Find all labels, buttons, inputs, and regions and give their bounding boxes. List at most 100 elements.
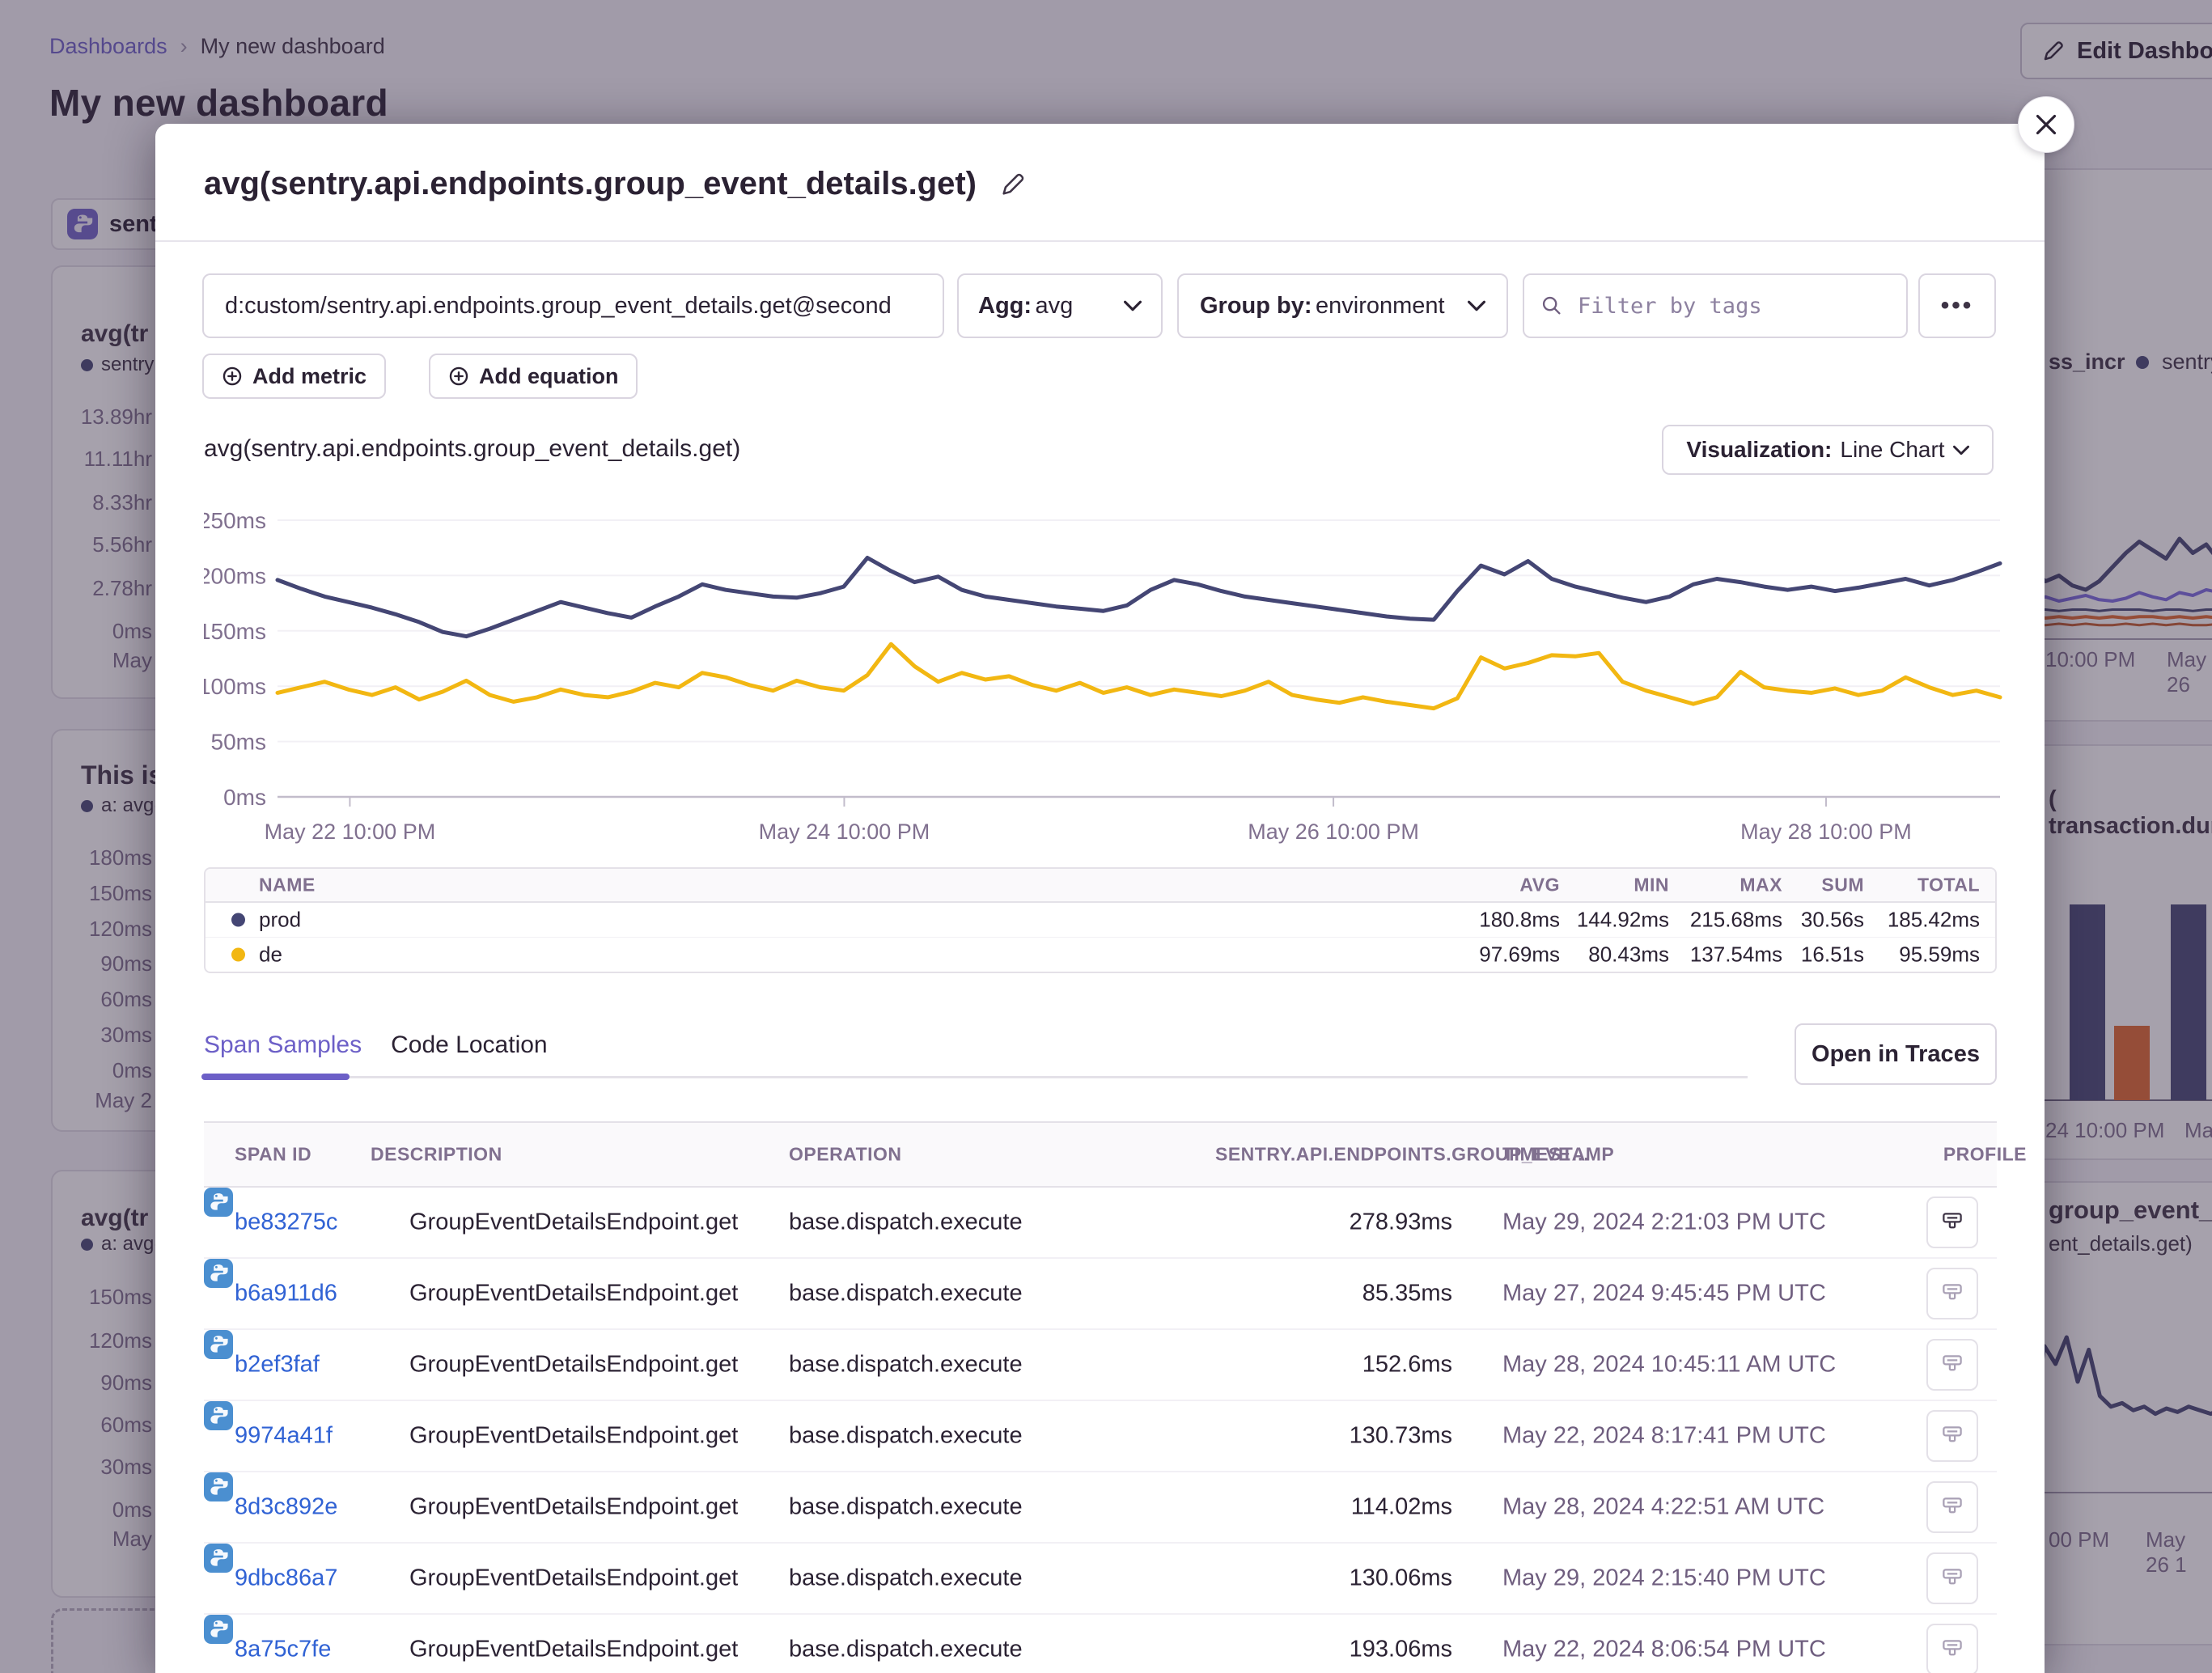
span-duration: 130.73ms [1215, 1423, 1452, 1450]
profile-icon [1940, 1281, 1964, 1306]
svg-text:250ms: 250ms [204, 508, 266, 533]
series-summary-table: NAME AVG MIN MAX SUM TOTAL prod 180.8ms … [204, 867, 1997, 973]
tab-span-samples[interactable]: Span Samples [204, 1031, 362, 1070]
profile-button[interactable] [1926, 1552, 1978, 1604]
series-total: 95.59ms [1858, 942, 1980, 968]
tag-filter-input[interactable] [1576, 293, 1890, 320]
summary-row-prod[interactable]: prod 180.8ms 144.92ms 215.68ms 30.56s 18… [206, 903, 1995, 937]
series-sum: 16.51s [1783, 942, 1864, 968]
svg-text:May 26 10:00 PM: May 26 10:00 PM [1248, 820, 1419, 844]
span-duration: 278.93ms [1215, 1209, 1452, 1236]
profile-icon [1940, 1210, 1964, 1235]
table-row[interactable]: 8a75c7feGroupEventDetailsEndpoint.getbas… [204, 1615, 1997, 1673]
span-operation: base.dispatch.execute [789, 1281, 1023, 1307]
ellipsis-icon: ••• [1941, 292, 1974, 320]
screen: Dashboards › My new dashboard My new das… [0, 0, 2212, 1673]
table-row[interactable]: be83275c GroupEventDetailsEndpoint.get bas… [204, 1188, 1997, 1259]
profile-icon [1940, 1495, 1964, 1519]
add-metric-button[interactable]: Add metric [202, 354, 386, 399]
group-by-dropdown[interactable]: Group by: environment [1177, 273, 1508, 338]
metric-line-chart[interactable]: 250ms200ms150ms100ms50ms0msMay 22 10:00 … [204, 488, 2032, 860]
summary-row-de[interactable]: de 97.69ms 80.43ms 137.54ms 16.51s 95.59… [206, 937, 1995, 972]
profile-button[interactable] [1926, 1339, 1978, 1391]
add-metric-label: Add metric [252, 364, 367, 389]
col-header-total: TOTAL [1858, 875, 1980, 896]
profile-icon [1940, 1424, 1964, 1448]
profile-icon [1940, 1353, 1964, 1377]
profile-button[interactable] [1926, 1268, 1978, 1319]
visualization-value: Line Chart [1840, 437, 1944, 463]
python-icon [204, 1401, 233, 1430]
agg-label: Agg: [978, 293, 1032, 319]
span-id-link[interactable]: 9dbc86a7 [235, 1565, 337, 1592]
table-row[interactable]: 9dbc86a7GroupEventDetailsEndpoint.getbas… [204, 1544, 1997, 1615]
col-header-metric: SENTRY.API.ENDPOINTS.GROUP_EVE… [1215, 1144, 1452, 1166]
span-operation: base.dispatch.execute [789, 1352, 1023, 1379]
close-icon [2035, 113, 2057, 136]
span-id-link[interactable]: b6a911d6 [235, 1281, 337, 1307]
profile-button[interactable] [1926, 1410, 1978, 1462]
span-description: GroupEventDetailsEndpoint.get [409, 1281, 738, 1307]
series-avg: 97.69ms [1406, 942, 1560, 968]
span-description: GroupEventDetailsEndpoint.get [409, 1565, 738, 1592]
span-operation: base.dispatch.execute [789, 1209, 1023, 1236]
python-icon [204, 1615, 233, 1644]
agg-value: avg [1035, 293, 1073, 319]
span-timestamp: May 29, 2024 2:21:03 PM UTC [1502, 1209, 1826, 1236]
tag-filter-field[interactable] [1523, 273, 1908, 338]
add-equation-label: Add equation [479, 364, 618, 389]
open-in-traces-button[interactable]: Open in Traces [1795, 1023, 1997, 1085]
python-icon [204, 1472, 233, 1501]
profile-button[interactable] [1926, 1197, 1978, 1248]
col-header-timestamp: TIMESTAMP [1502, 1144, 1614, 1166]
metric-query-input[interactable] [202, 273, 944, 338]
span-id-link[interactable]: 8d3c892e [235, 1494, 337, 1521]
svg-text:50ms: 50ms [211, 730, 266, 755]
svg-text:0ms: 0ms [223, 785, 266, 810]
svg-text:150ms: 150ms [204, 619, 266, 644]
chevron-down-icon [1468, 300, 1485, 311]
search-icon [1540, 294, 1563, 317]
visualization-label: Visualization: [1686, 437, 1832, 463]
span-description: GroupEventDetailsEndpoint.get [409, 1209, 738, 1236]
col-header-description: DESCRIPTION [371, 1144, 502, 1166]
span-duration: 193.06ms [1215, 1637, 1452, 1663]
profile-button[interactable] [1926, 1624, 1978, 1673]
series-sum: 30.56s [1783, 908, 1864, 933]
tab-code-location[interactable]: Code Location [391, 1031, 547, 1070]
table-row[interactable]: b2ef3faf GroupEventDetailsEndpoint.get bas… [204, 1330, 1997, 1401]
visualization-dropdown[interactable]: Visualization: Line Chart [1662, 425, 1994, 475]
span-description: GroupEventDetailsEndpoint.get [409, 1637, 738, 1663]
series-color-dot [231, 948, 245, 962]
close-button[interactable] [2018, 96, 2074, 153]
python-icon [204, 1188, 233, 1217]
span-id-link[interactable]: b2ef3faf [235, 1352, 320, 1379]
span-id-link[interactable]: 9974a41f [235, 1423, 333, 1450]
col-header-avg: AVG [1406, 875, 1560, 896]
span-duration: 130.06ms [1215, 1565, 1452, 1592]
profile-button[interactable] [1926, 1481, 1978, 1533]
table-row[interactable]: 8d3c892eGroupEventDetailsEndpoint.getbas… [204, 1472, 1997, 1544]
svg-text:May 28 10:00 PM: May 28 10:00 PM [1740, 820, 1912, 844]
span-id-link[interactable]: 8a75c7fe [235, 1637, 331, 1663]
add-equation-button[interactable]: Add equation [429, 354, 638, 399]
table-row[interactable]: 9974a41fGroupEventDetailsEndpoint.getbas… [204, 1401, 1997, 1472]
col-header-name: NAME [259, 875, 316, 896]
span-description: GroupEventDetailsEndpoint.get [409, 1352, 738, 1379]
chevron-down-icon [1953, 445, 1969, 455]
edit-title-pencil-icon[interactable] [999, 171, 1027, 198]
python-icon [204, 1544, 233, 1573]
span-operation: base.dispatch.execute [789, 1423, 1023, 1450]
summary-header-row: NAME AVG MIN MAX SUM TOTAL [206, 869, 1995, 903]
svg-text:May 24 10:00 PM: May 24 10:00 PM [759, 820, 930, 844]
span-id-link[interactable]: be83275c [235, 1209, 337, 1236]
series-total: 185.42ms [1858, 908, 1980, 933]
aggregation-dropdown[interactable]: Agg: avg [957, 273, 1163, 338]
svg-text:May 22 10:00 PM: May 22 10:00 PM [265, 820, 436, 844]
metric-details-modal: avg(sentry.api.endpoints.group_event_det… [155, 124, 2045, 1673]
more-options-button[interactable]: ••• [1918, 273, 1996, 338]
table-row[interactable]: b6a911d6 GroupEventDetailsEndpoint.get bas… [204, 1259, 1997, 1330]
col-header-profile: PROFILE [1871, 1144, 2027, 1166]
span-timestamp: May 28, 2024 4:22:51 AM UTC [1502, 1494, 1824, 1521]
span-timestamp: May 22, 2024 8:06:54 PM UTC [1502, 1637, 1826, 1663]
